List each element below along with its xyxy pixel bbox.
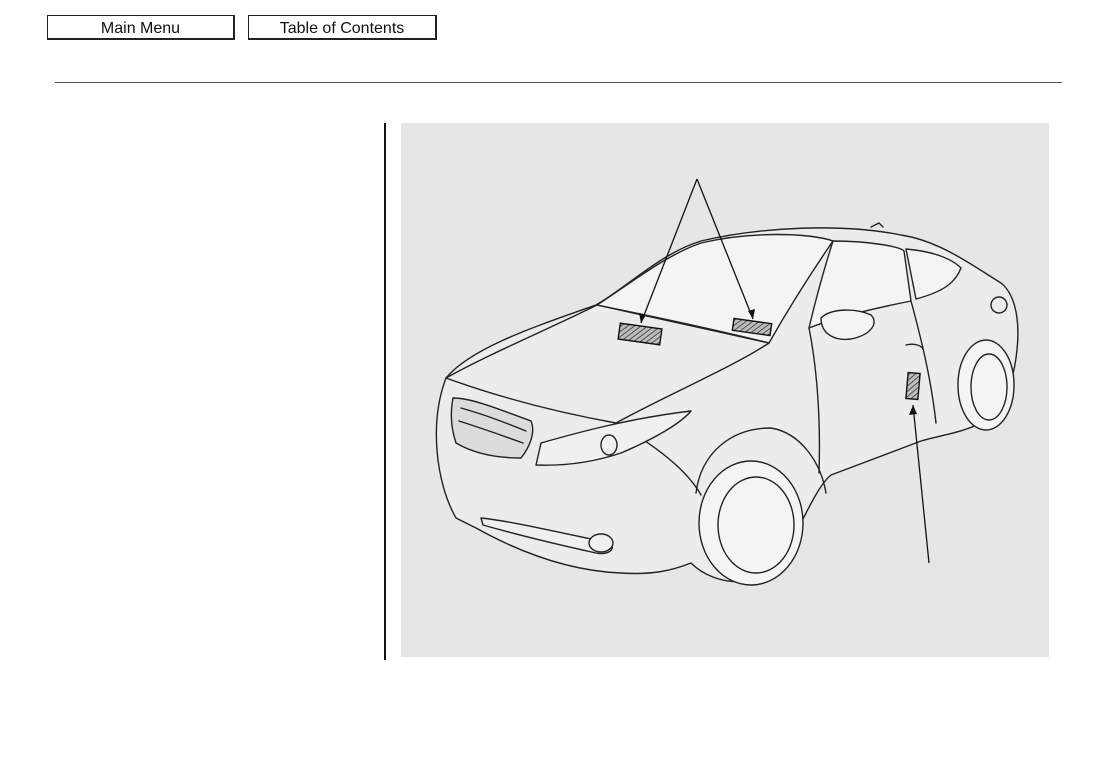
car-drawing xyxy=(435,178,1019,586)
table-of-contents-button[interactable]: Table of Contents xyxy=(248,15,437,40)
label-door-jamb xyxy=(905,371,921,401)
header-divider xyxy=(55,82,1062,83)
main-menu-button[interactable]: Main Menu xyxy=(47,15,235,40)
car-illustration xyxy=(401,123,1049,657)
column-divider xyxy=(384,123,386,660)
